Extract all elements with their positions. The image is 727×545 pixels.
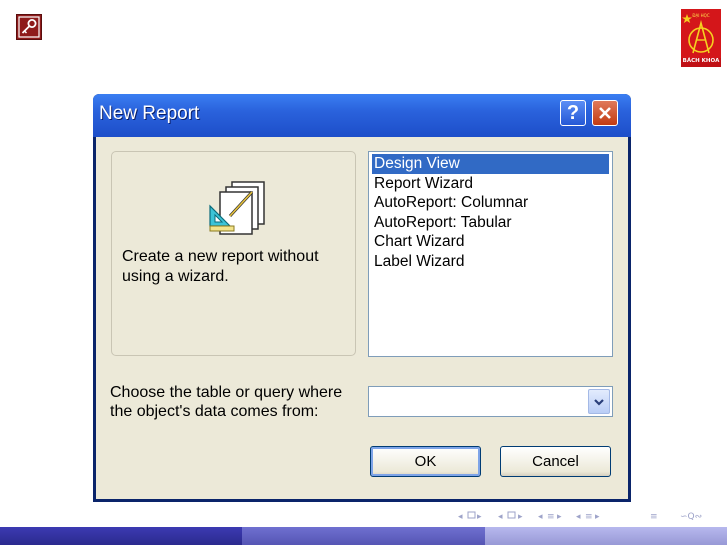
nav-prev-section-icon: ◂ — [538, 512, 543, 522]
dialog-body: Create a new report without using a wiza… — [96, 137, 628, 499]
list-item-report-wizard[interactable]: Report Wizard — [372, 174, 609, 194]
new-report-dialog: New Report ? Create a new report without… — [93, 94, 631, 502]
logo-top-text: ĐẠI HỌC — [692, 13, 710, 18]
university-logo: ĐẠI HỌC BÁCH KHOA — [681, 9, 721, 67]
slide-navigation: ◂ ▸ ◂ ▸ ◂ ≡ ▸ ◂ ≡ ▸ ≡ ∽Q∾ — [458, 509, 723, 523]
close-button[interactable] — [592, 100, 618, 126]
nav-subsection-icon — [507, 511, 516, 519]
close-icon — [599, 107, 611, 119]
list-item-autoreport-columnar[interactable]: AutoReport: Columnar — [372, 193, 609, 213]
report-design-icon — [209, 181, 265, 235]
nav-document-icon: ≡ — [650, 512, 658, 522]
nav-next-frame-icon: ▸ — [477, 512, 482, 522]
cancel-button[interactable]: Cancel — [500, 446, 611, 477]
dialog-titlebar[interactable]: New Report ? — [93, 94, 631, 137]
nav-prev-frame-icon: ◂ — [458, 512, 463, 522]
nav-prev-subsection-icon: ◂ — [498, 512, 503, 522]
nav-next-part-icon: ▸ — [595, 512, 600, 522]
nav-part-icon: ≡ — [585, 512, 593, 522]
chevron-down-icon — [594, 398, 604, 406]
nav-section-icon: ≡ — [547, 512, 555, 522]
nav-next-section-icon: ▸ — [557, 512, 562, 522]
nav-prev-part-icon: ◂ — [576, 512, 581, 522]
list-item-label-wizard[interactable]: Label Wizard — [372, 252, 609, 272]
footer-segment-right — [485, 527, 727, 545]
logo-bottom-text: BÁCH KHOA — [682, 58, 720, 64]
nav-frame-icon — [467, 511, 476, 519]
key-icon — [16, 14, 42, 40]
footer-segment-middle — [242, 527, 485, 545]
list-item-autoreport-tabular[interactable]: AutoReport: Tabular — [372, 213, 609, 233]
nav-next-subsection-icon: ▸ — [518, 512, 523, 522]
source-label: Choose the table or query where the obje… — [110, 384, 343, 420]
list-item-chart-wizard[interactable]: Chart Wizard — [372, 232, 609, 252]
list-item-design-view[interactable]: Design View — [372, 154, 609, 174]
ok-button[interactable]: OK — [370, 446, 481, 477]
dialog-title: New Report — [99, 103, 200, 124]
source-combobox[interactable] — [368, 386, 613, 417]
help-icon: ? — [566, 101, 580, 124]
help-button[interactable]: ? — [560, 100, 586, 126]
nav-search-icon: ∽Q∾ — [680, 512, 702, 522]
report-type-list[interactable]: Design View Report Wizard AutoReport: Co… — [368, 151, 613, 357]
preview-description: Create a new report without using a wiza… — [122, 248, 319, 285]
slide-footer — [0, 527, 727, 545]
preview-panel: Create a new report without using a wiza… — [111, 151, 356, 356]
dropdown-button[interactable] — [588, 389, 610, 414]
footer-segment-left — [0, 527, 242, 545]
